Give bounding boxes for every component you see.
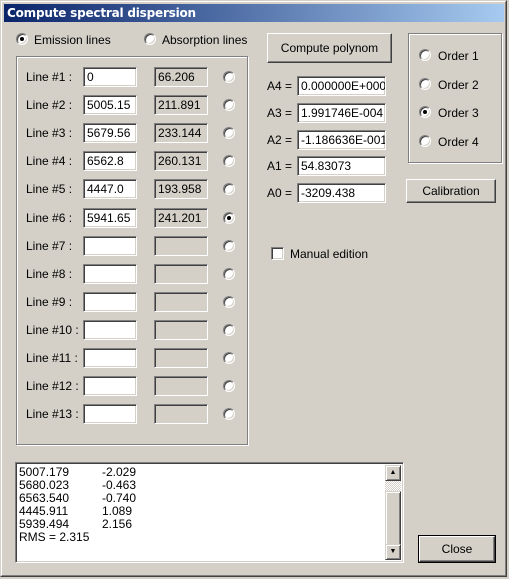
- rms-line: RMS = 2.315: [19, 530, 90, 544]
- line-label: Line #8 :: [26, 267, 73, 281]
- line-position-readout: [154, 236, 208, 256]
- order-4-radio[interactable]: [419, 135, 431, 147]
- line-position-readout: [154, 404, 208, 424]
- residual-wavelength: 4445.911: [19, 504, 69, 518]
- arrow-up-icon: ▲: [389, 469, 397, 476]
- scroll-thumb[interactable]: [385, 491, 401, 546]
- line-label: Line #13 :: [26, 407, 79, 421]
- calibration-label: Calibration: [422, 184, 480, 198]
- line-position-readout: 211.891: [154, 95, 208, 115]
- line-select-radio[interactable]: [223, 71, 235, 83]
- compute-polynom-label: Compute polynom: [280, 41, 379, 55]
- order-3-label[interactable]: Order 3: [438, 106, 479, 120]
- coefficient-input[interactable]: 54.83073: [297, 156, 386, 176]
- line-wavelength-input[interactable]: [83, 320, 137, 340]
- line-position-readout: 233.144: [154, 123, 208, 143]
- line-select-radio[interactable]: [223, 408, 235, 420]
- residuals-output[interactable]: 5007.179 -2.029 5680.023 -0.463 6563.540 -0.7…: [15, 462, 404, 563]
- order-1-label[interactable]: Order 1: [438, 49, 479, 63]
- manual-edition-checkbox[interactable]: [271, 247, 284, 260]
- vertical-scrollbar[interactable]: ▲ ▼: [385, 465, 401, 560]
- absorption-lines-radio[interactable]: [144, 33, 156, 45]
- line-select-radio[interactable]: [223, 324, 235, 336]
- window-title: Compute spectral dispersion: [7, 6, 196, 20]
- line-position-readout: 66.206: [154, 67, 208, 87]
- arrow-down-icon: ▼: [389, 548, 397, 555]
- residual-wavelength: 5680.023: [19, 478, 70, 492]
- line-select-radio[interactable]: [223, 155, 235, 167]
- line-select-radio[interactable]: [223, 212, 235, 224]
- coefficient-label: A3 =: [267, 106, 293, 120]
- line-select-radio[interactable]: [223, 127, 235, 139]
- title-bar[interactable]: Compute spectral dispersion: [4, 4, 504, 22]
- line-position-readout: [154, 264, 208, 284]
- line-label: Line #2 :: [26, 98, 73, 112]
- calibration-button[interactable]: Calibration: [406, 179, 496, 203]
- manual-edition-label[interactable]: Manual edition: [290, 247, 368, 261]
- line-label: Line #12 :: [26, 379, 79, 393]
- line-wavelength-input[interactable]: 5005.15: [83, 95, 137, 115]
- line-select-radio[interactable]: [223, 183, 235, 195]
- coefficient-label: A2 =: [267, 133, 293, 147]
- residual-wavelength: 6563.540: [19, 491, 70, 505]
- coefficient-input[interactable]: 0.000000E+000: [297, 76, 386, 96]
- coefficient-label: A1 =: [267, 159, 293, 173]
- line-wavelength-input[interactable]: [83, 404, 137, 424]
- coefficient-input[interactable]: -3209.438: [297, 183, 386, 203]
- line-wavelength-input[interactable]: [83, 264, 137, 284]
- line-select-radio[interactable]: [223, 268, 235, 280]
- coefficient-label: A0 =: [267, 186, 293, 200]
- line-wavelength-input[interactable]: 5679.56: [83, 123, 137, 143]
- line-label: Line #6 :: [26, 211, 73, 225]
- line-label: Line #5 :: [26, 182, 73, 196]
- line-select-radio[interactable]: [223, 99, 235, 111]
- line-label: Line #9 :: [26, 295, 73, 309]
- order-1-radio[interactable]: [419, 49, 431, 61]
- absorption-lines-label[interactable]: Absorption lines: [162, 33, 247, 47]
- line-select-radio[interactable]: [223, 380, 235, 392]
- line-wavelength-input[interactable]: [83, 292, 137, 312]
- line-position-readout: 241.201: [154, 208, 208, 228]
- residual-value: 2.156: [102, 517, 133, 531]
- line-label: Line #10 :: [26, 323, 79, 337]
- line-position-readout: [154, 320, 208, 340]
- order-3-radio[interactable]: [419, 106, 431, 118]
- residual-wavelength: 5939.494: [19, 517, 70, 531]
- scroll-up-button[interactable]: ▲: [385, 465, 401, 481]
- line-wavelength-input[interactable]: 4447.0: [83, 179, 137, 199]
- emission-lines-label[interactable]: Emission lines: [34, 33, 111, 47]
- line-wavelength-input[interactable]: [83, 376, 137, 396]
- close-label: Close: [441, 542, 473, 556]
- close-button[interactable]: Close: [418, 535, 496, 563]
- line-wavelength-input[interactable]: 0: [83, 67, 137, 87]
- line-label: Line #11 :: [26, 351, 78, 365]
- line-label: Line #1 :: [26, 70, 73, 84]
- line-label: Line #4 :: [26, 154, 73, 168]
- coefficient-input[interactable]: 1.991746E-004: [297, 103, 386, 123]
- scroll-down-button[interactable]: ▼: [385, 544, 401, 560]
- compute-polynom-button[interactable]: Compute polynom: [267, 33, 392, 63]
- line-position-readout: 193.958: [154, 179, 208, 199]
- order-2-radio[interactable]: [419, 78, 431, 90]
- line-position-readout: 260.131: [154, 151, 208, 171]
- residual-wavelength: 5007.179: [19, 465, 70, 479]
- line-position-readout: [154, 292, 208, 312]
- coefficient-label: A4 =: [267, 79, 293, 93]
- order-2-label[interactable]: Order 2: [438, 78, 479, 92]
- line-wavelength-input[interactable]: 5941.65: [83, 208, 137, 228]
- line-position-readout: [154, 376, 208, 396]
- emission-lines-radio[interactable]: [16, 33, 28, 45]
- line-label: Line #3 :: [26, 126, 73, 140]
- line-select-radio[interactable]: [223, 352, 235, 364]
- line-label: Line #7 :: [26, 239, 73, 253]
- line-position-readout: [154, 348, 208, 368]
- line-select-radio[interactable]: [223, 240, 235, 252]
- order-4-label[interactable]: Order 4: [438, 135, 479, 149]
- line-wavelength-input[interactable]: 6562.8: [83, 151, 137, 171]
- line-wavelength-input[interactable]: [83, 348, 137, 368]
- coefficient-input[interactable]: -1.186636E-001: [297, 130, 386, 150]
- line-wavelength-input[interactable]: [83, 236, 137, 256]
- line-select-radio[interactable]: [223, 296, 235, 308]
- scroll-track[interactable]: [385, 481, 401, 491]
